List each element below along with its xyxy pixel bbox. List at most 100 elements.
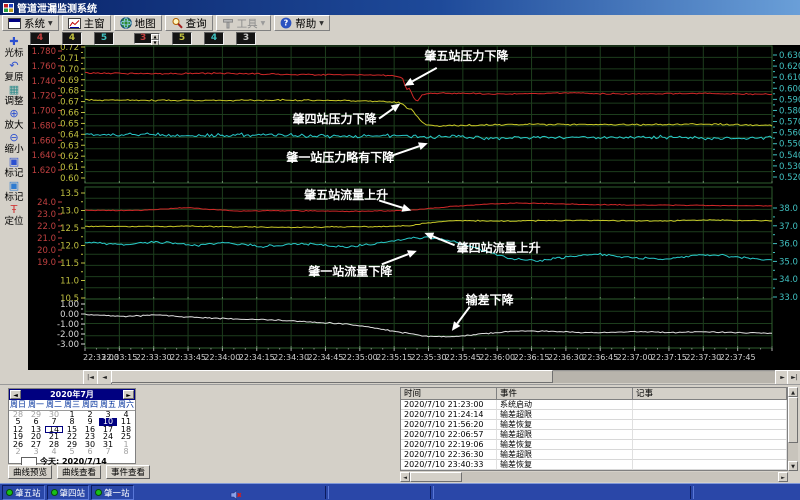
table-cell: 2020/7/10 22:06:57 — [401, 430, 497, 440]
scroll-prev-button[interactable]: ◄ — [97, 370, 112, 385]
calendar-day[interactable]: 2 — [9, 448, 27, 455]
sound-muted-icon[interactable] — [230, 486, 242, 500]
table-hscroll-thumb[interactable] — [410, 472, 462, 482]
calendar-next-month-button[interactable]: ► — [123, 390, 134, 399]
calendar-day[interactable]: 3 — [27, 448, 45, 455]
table-row[interactable]: 2020/7/10 21:56:20输差恢复 — [401, 420, 787, 430]
calendar-day[interactable]: 5 — [63, 448, 81, 455]
weekday-label: 周日 — [9, 400, 27, 410]
table-cell — [633, 400, 787, 410]
y-axis-tick-label: 0.550 — [779, 140, 800, 150]
curve-count-box: 3 — [236, 32, 256, 45]
y-axis-tick-label: 11.0 — [60, 277, 79, 287]
station-tab-肇五站[interactable]: 肇五站 — [2, 485, 45, 500]
calendar-prev-month-button[interactable]: ◄ — [10, 390, 21, 399]
curve-count-box[interactable]: 3▲▼ — [134, 33, 160, 44]
event-table-vscrollbar[interactable]: ▲ ▼ — [788, 387, 798, 471]
table-row[interactable]: 2020/7/10 22:06:57输差超限 — [401, 430, 787, 440]
tool-locate[interactable]: Ŧ定位 — [4, 204, 23, 227]
y-axis-tick-label: 12.5 — [60, 224, 79, 234]
y-axis-tick-label: 0.65 — [60, 119, 79, 129]
table-cell: 2020/7/10 22:36:30 — [401, 450, 497, 460]
x-axis-tick-label: 22:33:45 — [170, 353, 206, 362]
scroll-last-button[interactable]: ►| — [787, 370, 800, 385]
weekday-label: 周二 — [45, 400, 63, 410]
calendar-day[interactable]: 6 — [81, 448, 99, 455]
menu-help-button[interactable]: ?帮助▼ — [274, 15, 330, 31]
table-row[interactable]: 2020/7/10 21:24:14输差超限 — [401, 410, 787, 420]
menu-map-button[interactable]: 地图 — [114, 15, 162, 31]
x-axis-tick-label: 22:37:15 — [651, 353, 687, 362]
title-bar[interactable]: 管道泄漏监测系统 — [0, 0, 800, 15]
menu-label: 系统 — [24, 16, 45, 31]
table-cell: 2020/7/10 21:56:20 — [401, 420, 497, 430]
calendar-day[interactable]: 8 — [117, 448, 135, 455]
x-axis-tick-label: 22:34:00 — [204, 353, 240, 362]
x-axis-tick-label: 22:36:30 — [548, 353, 584, 362]
scroll-first-button[interactable]: |◄ — [83, 370, 98, 385]
calendar-day[interactable]: 7 — [99, 448, 117, 455]
table-row[interactable]: 2020/7/10 23:40:33输差恢复 — [401, 460, 787, 470]
adjust-icon: ▦ — [9, 84, 19, 96]
column-header[interactable]: 时间 — [401, 388, 497, 400]
tool-mark-1[interactable]: ▣标记 — [4, 156, 23, 179]
chart-line — [382, 254, 409, 264]
table-row[interactable]: 2020/7/10 22:19:06输差恢复 — [401, 440, 787, 450]
menu-main-window-button[interactable]: 主窗 — [62, 15, 111, 31]
station-tab-肇四站[interactable]: 肇四站 — [47, 485, 90, 500]
tool-cursor[interactable]: ✚光标 — [4, 36, 23, 59]
dropdown-arrow-icon: ▼ — [319, 20, 324, 27]
table-row[interactable]: 2020/7/10 22:36:30输差超限 — [401, 450, 787, 460]
y-axis-tick-label: 0.60 — [60, 174, 79, 184]
chart-area[interactable]: 1.7801.7601.7401.7201.7001.6801.6601.640… — [28, 45, 800, 370]
column-header[interactable]: 事件 — [497, 388, 633, 400]
y-axis-tick-label: 23.0 — [37, 210, 56, 220]
curve-view-button[interactable]: 曲线查看 — [57, 465, 101, 479]
column-header[interactable]: 记事 — [633, 388, 787, 400]
x-axis-tick-label: 22:36:15 — [514, 353, 550, 362]
event-table-hscrollbar[interactable]: ◄ ► — [400, 472, 788, 482]
trend-charts[interactable]: 1.7801.7601.7401.7201.7001.6801.6601.640… — [28, 45, 800, 370]
scroll-right-button[interactable]: ► — [778, 472, 788, 482]
scroll-down-button[interactable]: ▼ — [788, 461, 798, 471]
curve-preview-button[interactable]: 曲线预览 — [8, 465, 52, 479]
y-axis-tick-label: -3.00 — [57, 340, 79, 350]
y-axis-tick-label: 0.63 — [60, 141, 79, 151]
menu-query-button[interactable]: 查询 — [165, 15, 213, 31]
locate-icon: Ŧ — [11, 204, 18, 216]
y-axis-tick-label: -2.00 — [57, 330, 79, 340]
station-tab-肇一站[interactable]: 肇一站 — [91, 485, 134, 500]
menu-label: 地图 — [135, 16, 156, 31]
tool-mark-2[interactable]: ▣标记 — [4, 180, 23, 203]
station-online-icon — [51, 489, 58, 496]
counter-value: 4 — [37, 33, 43, 43]
scroll-left-button[interactable]: ◄ — [400, 472, 410, 482]
tool-label: 调整 — [4, 96, 23, 107]
calendar-day[interactable]: 4 — [45, 448, 63, 455]
x-axis-tick-label: 22:34:15 — [239, 353, 275, 362]
vscroll-thumb[interactable] — [788, 397, 798, 443]
curve-count-box: 5 — [94, 32, 114, 45]
chart-line — [379, 109, 393, 119]
tool-adjust[interactable]: ▦调整 — [4, 84, 23, 107]
spinner-arrows[interactable]: ▲▼ — [151, 34, 159, 43]
chart-hscrollbar[interactable]: |◄ ◄ ► ►| — [0, 370, 800, 384]
tool-zoom-out[interactable]: ⊖缩小 — [4, 132, 23, 155]
scroll-thumb[interactable] — [111, 370, 553, 383]
scroll-up-button[interactable]: ▲ — [788, 387, 798, 397]
table-cell — [633, 460, 787, 470]
y-axis-tick-label: 0.610 — [779, 73, 800, 83]
scroll-track[interactable] — [111, 370, 775, 383]
table-row[interactable]: 2020/7/10 21:23:00系统启动 — [401, 400, 787, 410]
counter-value: 4 — [211, 33, 217, 43]
tool-restore[interactable]: ↶复原 — [4, 60, 23, 83]
mark-2-icon: ▣ — [9, 180, 19, 192]
status-bar: 肇五站肇四站肇一站 — [0, 483, 800, 500]
station-label: 肇五站 — [15, 487, 41, 499]
table-cell — [633, 410, 787, 420]
menu-system-button[interactable]: 系统▼ — [2, 15, 59, 31]
chart-line — [392, 146, 419, 155]
event-view-button[interactable]: 事件查看 — [106, 465, 150, 479]
tool-zoom-in[interactable]: ⊕放大 — [4, 108, 23, 131]
menu-tools-button: 工具▼ — [216, 15, 272, 31]
